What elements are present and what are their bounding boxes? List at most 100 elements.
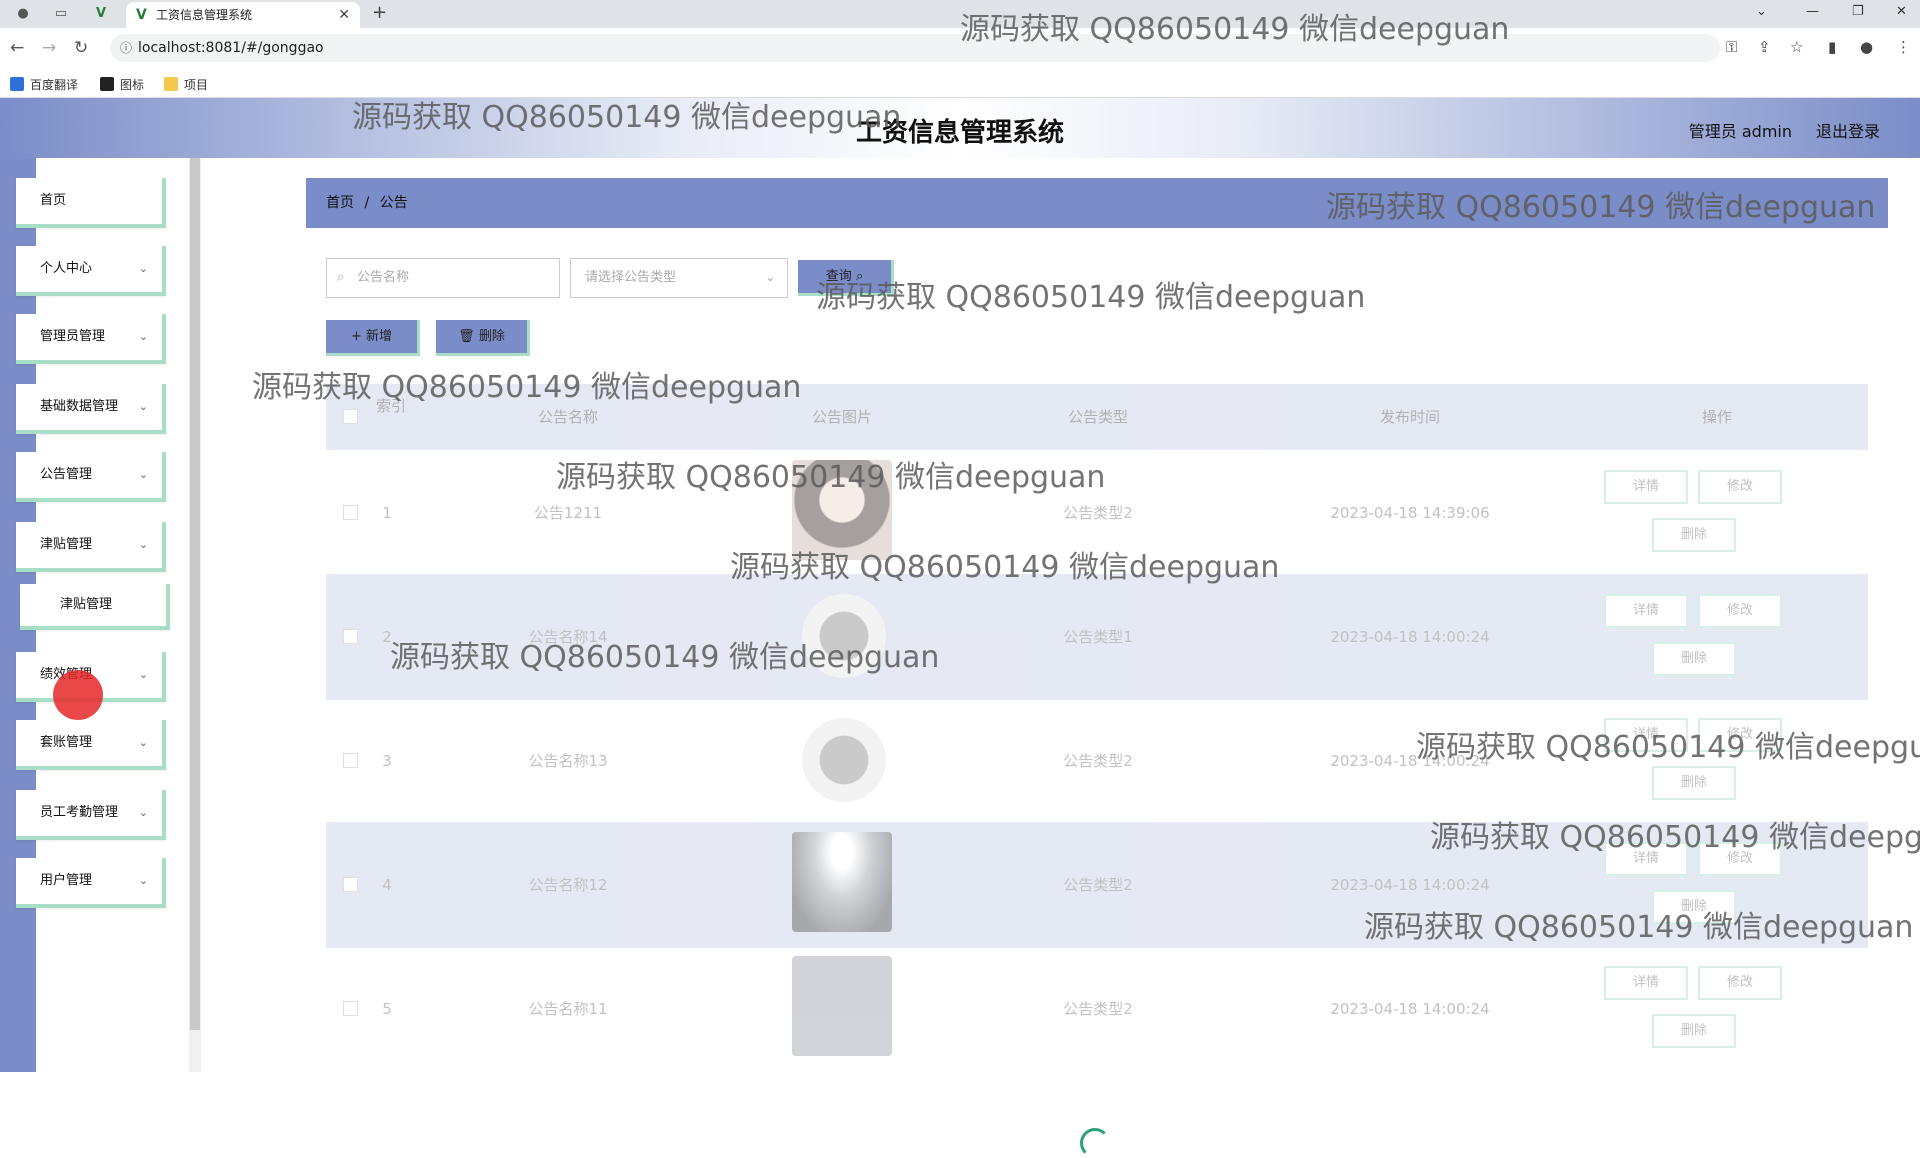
- browser-profile-icon[interactable]: ●: [12, 4, 34, 24]
- row-time: 2023-04-18 14:00:24: [1330, 628, 1490, 646]
- new-tab-button[interactable]: +: [372, 2, 387, 23]
- delete-row-button[interactable]: 删除: [1652, 518, 1736, 552]
- table-row[interactable]: 5 公告名称11 公告类型2 2023-04-18 14:00:24 详情 修改 删除: [326, 946, 1868, 1072]
- vue-tab-icon[interactable]: V: [90, 4, 112, 24]
- logout-link[interactable]: 退出登录: [1816, 118, 1880, 142]
- row-index: 1: [382, 504, 392, 522]
- loading-spinner-icon: [1080, 1128, 1110, 1158]
- sidebar-item-label: 基础数据管理: [40, 399, 119, 414]
- bookmark-icons-icon: [100, 77, 114, 91]
- reload-icon[interactable]: ↻: [74, 38, 88, 58]
- notice-image[interactable]: [792, 832, 892, 932]
- breadcrumb-separator: /: [364, 195, 370, 211]
- detail-button[interactable]: 详情: [1604, 470, 1688, 504]
- notice-image[interactable]: [792, 956, 892, 1056]
- notice-image[interactable]: [802, 718, 886, 802]
- sidebar-item-label: 公告管理: [40, 467, 93, 482]
- sidebar-item[interactable]: 员工考勤管理 ⌄: [16, 790, 166, 840]
- sidebar-item-label: 津贴管理: [40, 537, 93, 552]
- star-icon[interactable]: ☆: [1790, 38, 1803, 56]
- breadcrumb-current: 公告: [379, 195, 408, 211]
- delete-row-button[interactable]: 删除: [1652, 766, 1736, 800]
- bookmark-item[interactable]: 项目: [164, 76, 208, 93]
- sidebar-item-label: 津贴管理: [60, 597, 113, 612]
- key-icon[interactable]: ⚿: [1726, 38, 1737, 56]
- chevron-down-icon: ⌄: [138, 468, 148, 481]
- row-type: 公告类型2: [1063, 876, 1133, 894]
- side-panel-icon[interactable]: ▮: [1828, 38, 1836, 56]
- sidebar-item-label: 用户管理: [40, 873, 93, 888]
- share-icon[interactable]: ⇪: [1758, 38, 1771, 56]
- sidebar-item[interactable]: 个人中心 ⌄: [16, 246, 166, 296]
- notice-name-input[interactable]: ⌕ 公告名称: [326, 258, 560, 298]
- row-name: 公告名称12: [528, 876, 608, 894]
- row-index: 5: [382, 1000, 392, 1018]
- row-index: 3: [382, 752, 392, 770]
- delete-row-button[interactable]: 删除: [1652, 642, 1736, 676]
- row-checkbox[interactable]: [343, 1001, 358, 1016]
- col-time[interactable]: 发布时间: [1254, 384, 1566, 450]
- tab-search-icon[interactable]: ⌄: [1756, 4, 1767, 19]
- row-checkbox[interactable]: [343, 877, 358, 892]
- tab-icon[interactable]: ▭: [50, 4, 72, 24]
- profile-icon[interactable]: ●: [1860, 38, 1873, 56]
- watermark: 源码获取 QQ86050149 微信deepguan: [556, 460, 1106, 495]
- search-icon: ⌕: [337, 270, 345, 285]
- chevron-down-icon: ⌄: [138, 538, 148, 551]
- menu-icon[interactable]: ⋮: [1896, 38, 1911, 56]
- trash-icon: 🗑: [458, 329, 475, 344]
- detail-button[interactable]: 详情: [1604, 594, 1688, 628]
- col-type[interactable]: 公告类型: [942, 384, 1254, 450]
- edit-button[interactable]: 修改: [1698, 966, 1782, 1000]
- back-icon[interactable]: ←: [10, 38, 24, 58]
- active-tab[interactable]: V 工资信息管理系统 ✕: [126, 2, 360, 28]
- close-tab-icon[interactable]: ✕: [338, 2, 350, 28]
- row-type: 公告类型2: [1063, 1000, 1133, 1018]
- watermark: 源码获取 QQ86050149 微信deepguan: [352, 100, 902, 135]
- notice-name-placeholder: 公告名称: [357, 270, 410, 285]
- folder-icon: [164, 77, 178, 91]
- minimize-icon[interactable]: —: [1806, 4, 1819, 19]
- delete-row-button[interactable]: 删除: [1652, 1014, 1736, 1048]
- app-title: 工资信息管理系统: [855, 118, 1064, 148]
- col-actions: 操作: [1701, 408, 1732, 426]
- chevron-down-icon: ⌄: [138, 262, 148, 275]
- sidebar-item[interactable]: 公告管理 ⌄: [16, 452, 166, 502]
- detail-button[interactable]: 详情: [1604, 966, 1688, 1000]
- bookmark-translate-icon: [10, 77, 24, 91]
- sidebar-item[interactable]: 用户管理 ⌄: [16, 858, 166, 908]
- sidebar-item[interactable]: 管理员管理 ⌄: [16, 314, 166, 364]
- sidebar-item[interactable]: 津贴管理: [20, 584, 170, 630]
- current-user: 管理员 admin: [1688, 122, 1792, 141]
- restore-icon[interactable]: ❐: [1852, 4, 1864, 19]
- row-checkbox[interactable]: [343, 629, 358, 644]
- sidebar-item-label: 员工考勤管理: [40, 805, 119, 820]
- notice-type-select[interactable]: 请选择公告类型 ⌄: [570, 258, 788, 298]
- delete-button[interactable]: 🗑 删除: [436, 320, 530, 356]
- sidebar-item[interactable]: 基础数据管理 ⌄: [16, 384, 166, 434]
- forward-icon[interactable]: →: [42, 38, 56, 58]
- row-name: 公告名称13: [528, 752, 608, 770]
- edit-button[interactable]: 修改: [1698, 594, 1782, 628]
- scrollbar-thumb[interactable]: [190, 158, 200, 1030]
- sidebar-item-label: 管理员管理: [40, 329, 106, 344]
- site-info-icon[interactable]: ⓘ: [120, 34, 132, 62]
- vue-logo-icon: V: [136, 7, 147, 23]
- cursor-highlight: [53, 670, 103, 720]
- select-all-checkbox[interactable]: [343, 409, 358, 424]
- chevron-down-icon: ⌄: [138, 736, 148, 749]
- sidebar-scrollbar[interactable]: [189, 158, 201, 1072]
- sidebar-item[interactable]: 套账管理 ⌄: [16, 720, 166, 770]
- chevron-down-icon: ⌄: [138, 668, 148, 681]
- row-checkbox[interactable]: [343, 505, 358, 520]
- add-button[interactable]: + 新增: [326, 320, 420, 356]
- bookmark-item[interactable]: 图标: [100, 76, 144, 93]
- close-window-icon[interactable]: ✕: [1896, 4, 1907, 19]
- watermark: 源码获取 QQ86050149 微信deepguan: [1326, 190, 1876, 225]
- edit-button[interactable]: 修改: [1698, 470, 1782, 504]
- sidebar-item[interactable]: 津贴管理 ⌄: [16, 522, 166, 572]
- breadcrumb-home[interactable]: 首页: [326, 195, 354, 211]
- sidebar-item[interactable]: 首页: [16, 178, 166, 228]
- bookmark-item[interactable]: 百度翻译: [10, 76, 78, 93]
- row-checkbox[interactable]: [343, 753, 358, 768]
